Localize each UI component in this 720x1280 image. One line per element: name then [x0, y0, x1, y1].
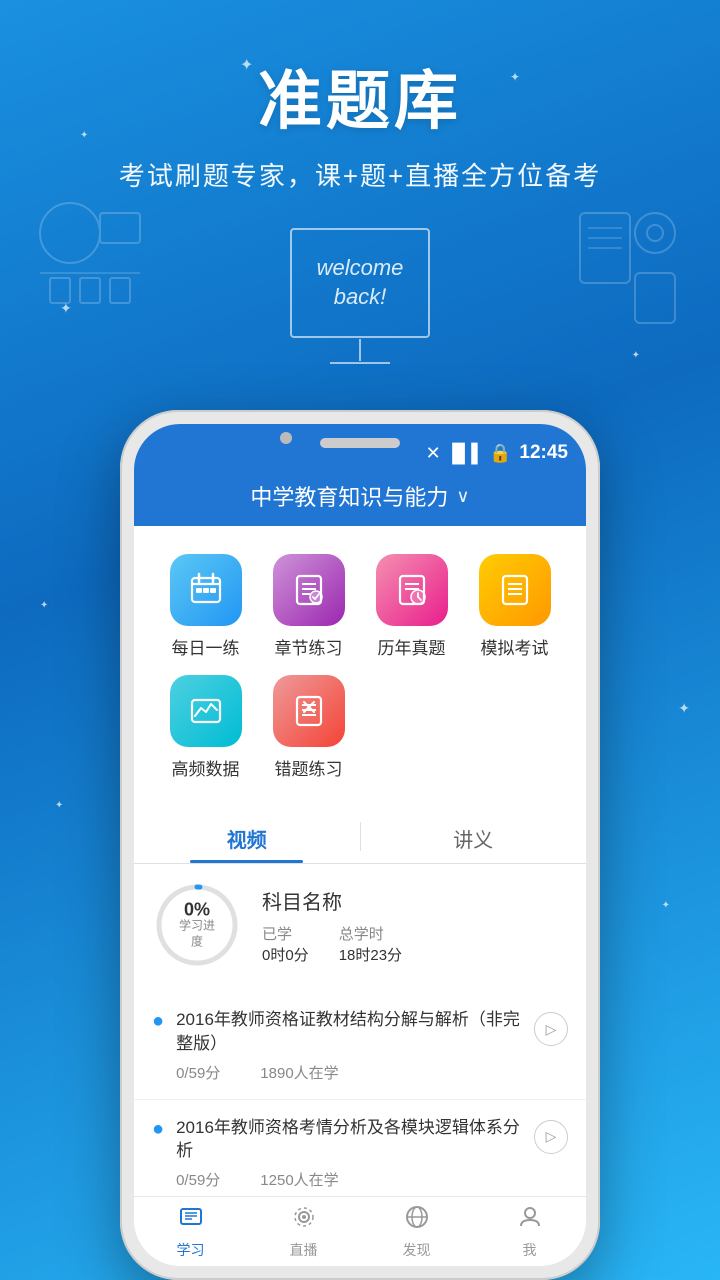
phone-mockup: ✕ ▐▌▌ 🔒 12:45 中学教育知识与能力 ∨: [120, 410, 600, 1280]
wrong-practice-icon: [273, 675, 345, 747]
status-time: 12:45: [519, 442, 568, 464]
app-subtitle: 考试刷题专家，课+题+直播全方位备考: [0, 156, 720, 193]
phone-camera: [280, 432, 292, 444]
daily-practice-icon: [170, 554, 242, 626]
course-item-2[interactable]: ● 2016年教师资格考情分析及各模块逻辑体系分析 0/59分 1250人在学 …: [134, 1100, 586, 1208]
history-exam-item[interactable]: 历年真题: [360, 546, 463, 667]
progress-percent: 0%: [175, 900, 220, 918]
mock-exam-item[interactable]: 模拟考试: [463, 546, 566, 667]
daily-practice-item[interactable]: 每日一练: [154, 546, 257, 667]
welcome-text: welcomeback!: [317, 254, 404, 311]
tab-notes[interactable]: 讲义: [361, 810, 587, 863]
history-exam-icon: [376, 554, 448, 626]
icon-row-1: 每日一练: [144, 546, 576, 667]
history-exam-label: 历年真题: [378, 634, 446, 659]
course-score-1: 0/59分: [176, 1062, 220, 1083]
subject-title: 中学教育知识与能力: [250, 480, 448, 512]
course-meta-2: 0/59分 1250人在学: [176, 1169, 522, 1190]
nav-discover-label: 发现: [403, 1240, 431, 1260]
course-info-2: 2016年教师资格考情分析及各模块逻辑体系分析 0/59分 1250人在学: [176, 1116, 522, 1191]
status-icons: ✕ ▐▌▌ 🔒: [426, 443, 512, 464]
discover-icon: [404, 1204, 430, 1237]
tab-bar: 视频 讲义: [134, 810, 586, 864]
nav-study[interactable]: 学习: [134, 1197, 247, 1266]
mock-exam-label: 模拟考试: [481, 634, 549, 659]
bullet-icon-2: ●: [152, 1118, 164, 1141]
course-students-2: 1250人在学: [260, 1169, 338, 1190]
highfreq-label: 高频数据: [172, 755, 240, 780]
welcome-board: welcomeback!: [290, 228, 430, 338]
nav-profile[interactable]: 我: [473, 1197, 586, 1266]
course-title-1: 2016年教师资格证教材结构分解与解析（非完整版）: [176, 1008, 522, 1056]
course-info-1: 2016年教师资格证教材结构分解与解析（非完整版） 0/59分 1890人在学: [176, 1008, 522, 1083]
nav-live[interactable]: 直播: [247, 1197, 360, 1266]
wifi-icon: ▐▌▌: [446, 443, 484, 464]
chapter-practice-item[interactable]: 章节练习: [257, 546, 360, 667]
progress-circle: 0% 学习进度: [152, 880, 242, 970]
course-students-1: 1890人在学: [260, 1062, 338, 1083]
study-icon: [178, 1204, 204, 1237]
nav-live-label: 直播: [290, 1240, 318, 1260]
mock-exam-icon: [479, 554, 551, 626]
course-meta-1: 0/59分 1890人在学: [176, 1062, 522, 1083]
lock-icon: 🔒: [489, 443, 511, 464]
top-header: 准题库 考试刷题专家，课+题+直播全方位备考: [0, 0, 720, 193]
icon-row-2: 高频数据: [144, 667, 576, 788]
wrong-practice-label: 错题练习: [275, 755, 343, 780]
app-header[interactable]: 中学教育知识与能力 ∨: [134, 470, 586, 526]
course-score-2: 0/59分: [176, 1169, 220, 1190]
studied-stat: 已学 0时0分: [262, 923, 309, 965]
icon-grid: 每日一练: [134, 526, 586, 804]
wrong-practice-item[interactable]: 错题练习: [257, 667, 360, 788]
chapter-practice-icon: [273, 554, 345, 626]
highfreq-icon: [170, 675, 242, 747]
course-item-1[interactable]: ● 2016年教师资格证教材结构分解与解析（非完整版） 0/59分 1890人在…: [134, 992, 586, 1100]
course-title-2: 2016年教师资格考情分析及各模块逻辑体系分析: [176, 1116, 522, 1164]
profile-icon: [517, 1204, 543, 1237]
live-icon: [291, 1204, 317, 1237]
total-stat: 总学时 18时23分: [339, 923, 402, 965]
bottom-nav: 学习 直播: [134, 1196, 586, 1266]
bullet-icon-1: ●: [152, 1010, 164, 1033]
chapter-practice-label: 章节练习: [275, 634, 343, 659]
play-button-1[interactable]: ▷: [534, 1012, 568, 1046]
nav-profile-label: 我: [523, 1240, 537, 1260]
subject-name: 科目名称: [262, 886, 568, 915]
chevron-down-icon[interactable]: ∨: [456, 486, 469, 507]
play-button-2[interactable]: ▷: [534, 1120, 568, 1154]
app-title: 准题库: [0, 50, 720, 142]
highfreq-item[interactable]: 高频数据: [154, 667, 257, 788]
signal-icon: ✕: [426, 443, 441, 464]
nav-study-label: 学习: [177, 1240, 205, 1260]
progress-section: 0% 学习进度 科目名称 已学 0时0分: [134, 864, 586, 986]
nav-discover[interactable]: 发现: [360, 1197, 473, 1266]
whiteboard-illustration: welcomeback!: [0, 203, 720, 363]
tab-video[interactable]: 视频: [134, 810, 360, 863]
course-list: ● 2016年教师资格证教材结构分解与解析（非完整版） 0/59分 1890人在…: [134, 992, 586, 1207]
daily-practice-label: 每日一练: [172, 634, 240, 659]
phone-speaker: [320, 438, 400, 448]
progress-label: 学习进度: [175, 918, 220, 949]
progress-info: 科目名称 已学 0时0分 总学时 18时23分: [262, 886, 568, 965]
